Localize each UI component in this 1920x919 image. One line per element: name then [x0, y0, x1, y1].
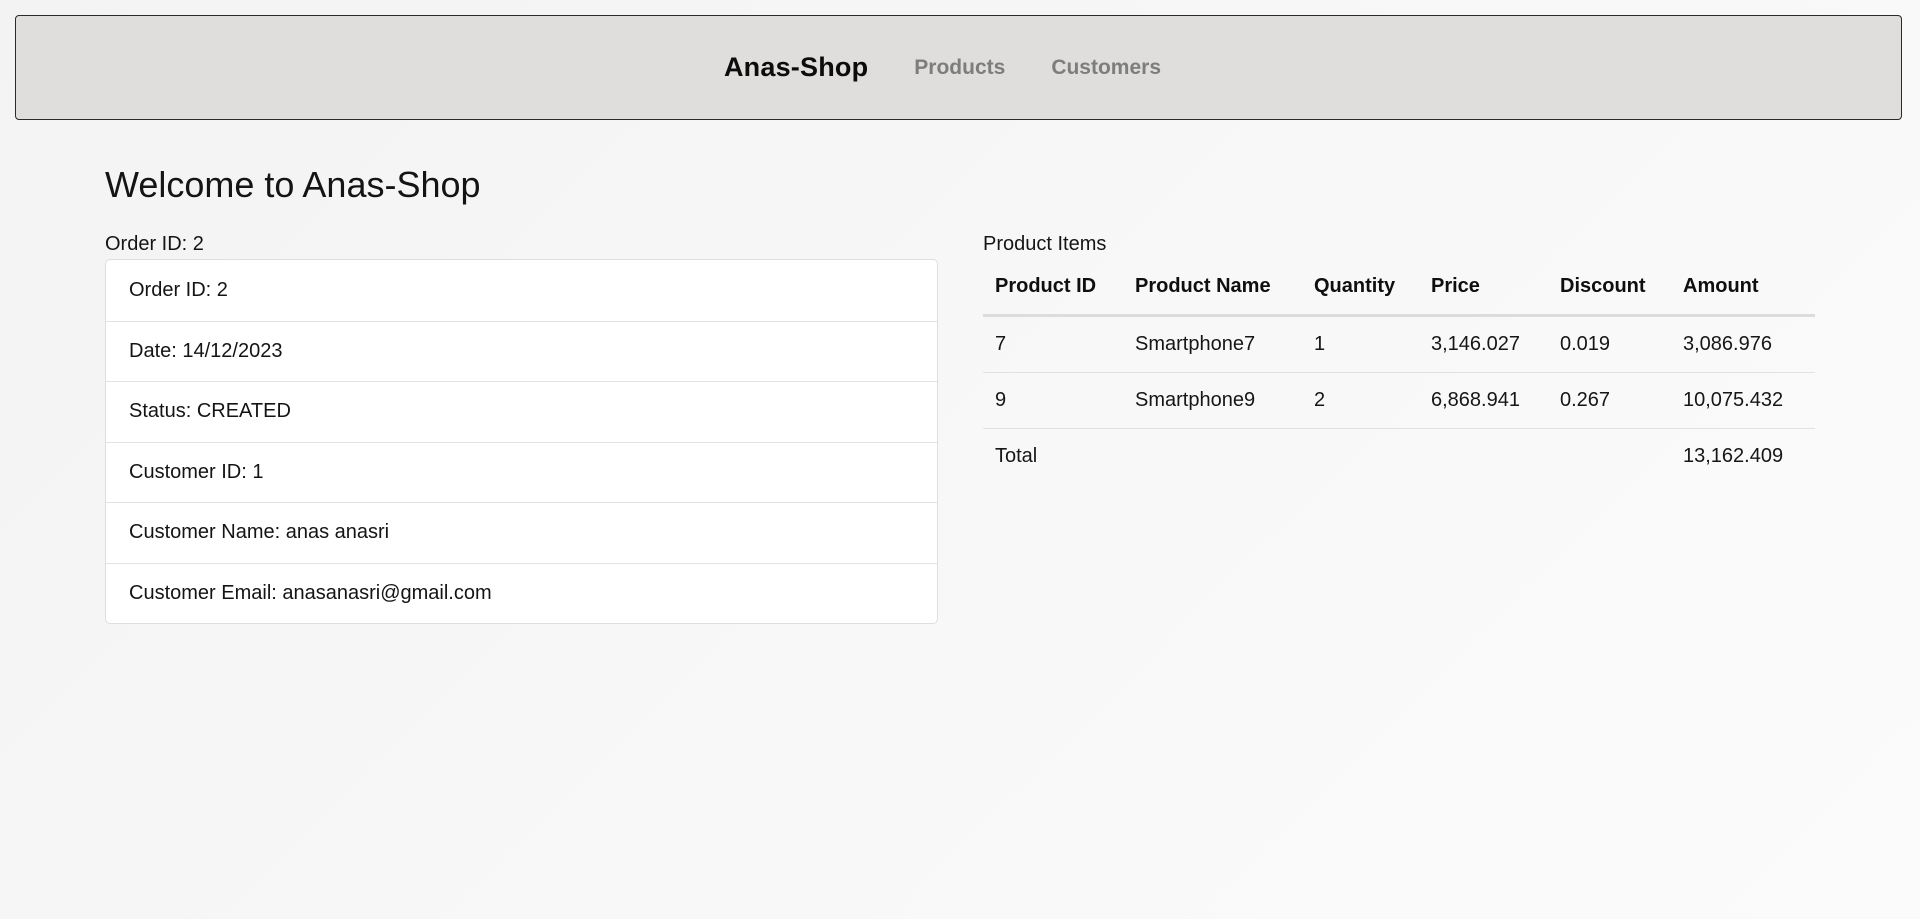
empty-cell	[1123, 429, 1302, 485]
order-details-list: Order ID: 2 Date: 14/12/2023 Status: CRE…	[105, 259, 938, 624]
total-row: Total 13,162.409	[983, 429, 1815, 485]
table-row: 9 Smartphone9 2 6,868.941 0.267 10,075.4…	[983, 372, 1815, 429]
cell-product-name: Smartphone7	[1123, 315, 1302, 373]
cell-product-name: Smartphone9	[1123, 372, 1302, 429]
empty-cell	[1419, 429, 1548, 485]
brand-link[interactable]: Anas-Shop	[724, 52, 868, 83]
empty-cell	[1548, 429, 1671, 485]
total-label: Total	[995, 445, 1038, 467]
cell-price: 6,868.941	[1419, 372, 1548, 429]
column-header-price: Price	[1419, 259, 1548, 317]
cell-amount: 10,075.432	[1671, 372, 1815, 429]
customer-name-item: Customer Name: anas anasri	[106, 502, 937, 563]
column-header-amount: Amount	[1671, 259, 1815, 317]
cell-quantity: 2	[1302, 372, 1419, 429]
column-header-quantity: Quantity	[1302, 259, 1419, 317]
table-row: 7 Smartphone7 1 3,146.027 0.019 3,086.97…	[983, 315, 1815, 373]
column-header-product-name: Product Name	[1123, 259, 1302, 317]
page-title: Welcome to Anas-Shop	[105, 164, 481, 205]
order-status-item: Status: CREATED	[106, 381, 937, 442]
cell-price: 3,146.027	[1419, 315, 1548, 373]
customer-email-item: Customer Email: anasanasri@gmail.com	[106, 562, 937, 624]
product-items-table: Product ID Product Name Quantity Price D…	[983, 259, 1815, 484]
product-items-caption: Product Items	[983, 233, 1107, 255]
empty-cell	[1302, 429, 1419, 485]
cell-product-id: 7	[983, 315, 1123, 373]
nav-link-customers[interactable]: Customers	[1051, 56, 1161, 80]
cell-discount: 0.019	[1548, 315, 1671, 373]
column-header-discount: Discount	[1548, 259, 1671, 317]
navbar-links: Anas-Shop Products Customers	[724, 52, 1161, 83]
nav-link-products[interactable]: Products	[914, 56, 1005, 80]
cell-product-id: 9	[983, 372, 1123, 429]
total-amount: 13,162.409	[1683, 445, 1784, 467]
order-date-item: Date: 14/12/2023	[106, 320, 937, 382]
order-caption: Order ID: 2	[105, 233, 204, 255]
cell-quantity: 1	[1302, 315, 1419, 373]
cell-discount: 0.267	[1548, 372, 1671, 429]
customer-id-item: Customer ID: 1	[106, 441, 937, 503]
table-header-row: Product ID Product Name Quantity Price D…	[983, 259, 1815, 317]
order-id-item: Order ID: 2	[129, 278, 228, 301]
navbar: Anas-Shop Products Customers	[15, 15, 1902, 120]
column-header-product-id: Product ID	[983, 259, 1123, 317]
cell-amount: 3,086.976	[1671, 315, 1815, 373]
